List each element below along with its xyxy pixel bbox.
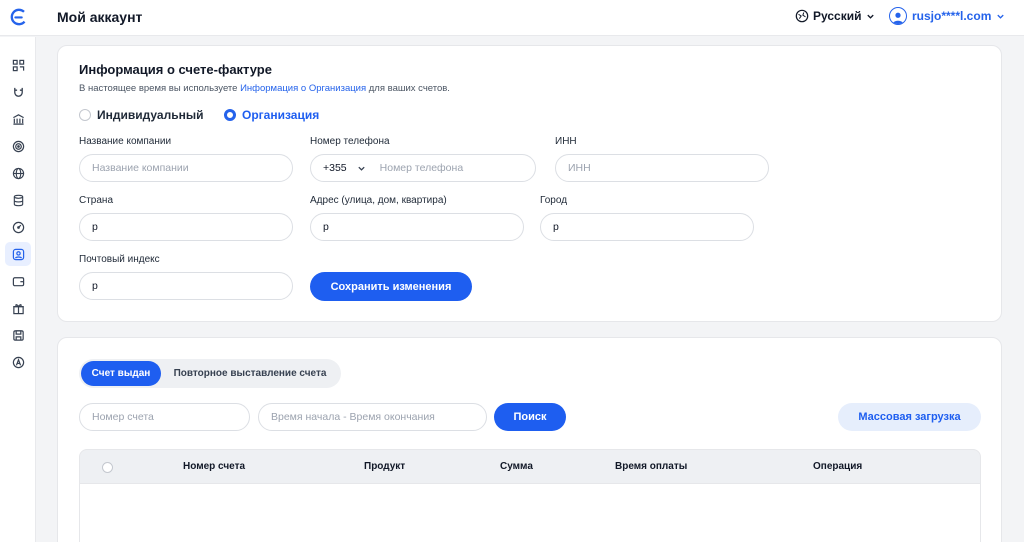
postal-label: Почтовый индекс [79,254,160,265]
column-payment-time[interactable]: Время оплаты [615,461,687,472]
select-all-checkbox[interactable] [102,462,113,473]
invoice-info-card: Информация о счете-фактуре В настоящее в… [57,45,1002,322]
address-input[interactable]: р [310,213,524,241]
column-invoice-number[interactable]: Номер счета [183,461,245,472]
search-button[interactable]: Поиск [494,403,566,431]
city-input[interactable]: р [540,213,754,241]
top-bar: Мой аккаунт Русский rusjo****l.com [0,0,1024,36]
user-email: rusjo****l.com [912,9,992,23]
save-changes-button[interactable]: Сохранить изменения [310,272,472,301]
sidebar-item-wallet[interactable] [5,269,31,293]
invoices-card: Счет выдан Повторное выставление счета Н… [57,337,1002,542]
gift-icon [12,303,24,314]
brand-logo[interactable] [10,8,28,26]
avatar [889,7,907,25]
phone-code-value: +355 [323,162,347,174]
sidebar-item-globe[interactable] [5,161,31,185]
tab-issued[interactable]: Счет выдан [81,361,161,386]
magnet-icon [13,87,23,97]
radio-organization-circle[interactable] [224,109,236,121]
chevron-down-icon [358,166,365,171]
radio-organization[interactable]: Организация [224,108,319,122]
language-label: Русский [813,9,862,23]
target-icon [12,140,24,152]
country-input[interactable]: р [79,213,293,241]
organization-info-link[interactable]: Информация о Организация [240,83,366,94]
column-amount[interactable]: Сумма [500,461,533,472]
postal-input[interactable]: р [79,272,293,300]
phone-input[interactable]: +355 Номер телефона [310,154,536,182]
phone-label: Номер телефона [310,136,390,147]
sidebar-item-save[interactable] [5,323,31,347]
invoice-tabs: Счет выдан Повторное выставление счета [79,359,341,388]
city-label: Город [540,195,568,206]
date-range-input[interactable]: Время начала - Время окончания [258,403,487,431]
column-operation[interactable]: Операция [813,461,862,472]
subtitle-suffix: для ваших счетов. [366,83,450,94]
address-label: Адрес (улица, дом, квартира) [310,195,447,206]
sidebar-item-account[interactable] [5,242,31,266]
phone-code-select[interactable]: +355 [323,162,366,174]
user-menu[interactable]: rusjo****l.com [889,7,1005,25]
language-icon [795,9,809,23]
column-product[interactable]: Продукт [364,461,405,472]
user-icon [892,12,904,24]
inn-input[interactable]: ИНН [555,154,769,182]
sidebar [0,37,36,542]
radio-individual-circle[interactable] [79,109,91,121]
radio-individual[interactable]: Индивидуальный [79,108,203,122]
sidebar-item-database[interactable] [5,188,31,212]
badge-icon [12,356,24,368]
bulk-upload-button[interactable]: Массовая загрузка [838,403,981,431]
inn-label: ИНН [555,136,577,147]
tab-reissue[interactable]: Повторное выставление счета [161,361,339,386]
page-title: Мой аккаунт [57,9,143,25]
radio-organization-label: Организация [242,108,320,122]
chevron-down-icon [866,14,874,19]
company-name-input[interactable]: Название компании [79,154,293,182]
invoices-table-body [79,484,981,542]
chevron-down-icon [997,14,1005,19]
sidebar-item-target[interactable] [5,134,31,158]
save-icon [12,329,24,341]
globe-icon [12,167,24,179]
invoice-info-title: Информация о счете-фактуре [79,62,272,77]
sidebar-item-speed[interactable] [5,215,31,239]
bank-icon [12,113,24,125]
database-icon [13,194,23,206]
invoices-table-header: Номер счета Продукт Сумма Время оплаты О… [79,449,981,484]
company-label: Название компании [79,136,172,147]
sidebar-item-bank[interactable] [5,107,31,131]
sidebar-item-dashboard[interactable] [5,53,31,77]
wallet-icon [12,276,24,286]
language-selector[interactable]: Русский [795,9,875,23]
phone-placeholder: Номер телефона [379,162,464,174]
country-label: Страна [79,195,114,206]
subtitle-prefix: В настоящее время вы используете [79,83,241,94]
sidebar-item-magnet[interactable] [5,80,31,104]
sidebar-item-badge[interactable] [5,350,31,374]
radio-individual-label: Индивидуальный [97,108,204,122]
profile-icon [12,248,24,260]
sidebar-item-gift[interactable] [5,296,31,320]
grid-icon [12,59,24,71]
invoice-number-input[interactable]: Номер счета [79,403,250,431]
invoice-info-subtitle: В настоящее время вы используете Информа… [79,83,450,94]
speedometer-icon [12,221,24,233]
